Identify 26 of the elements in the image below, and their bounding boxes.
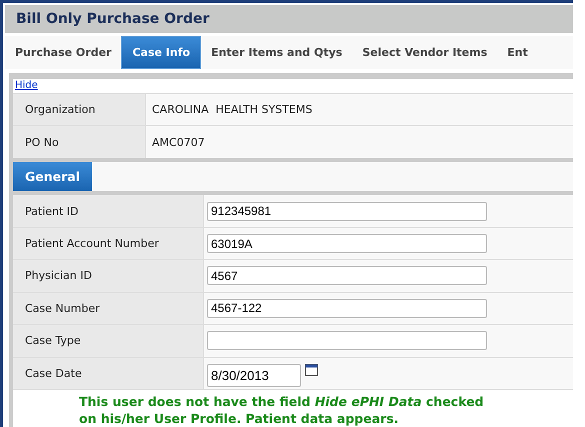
text-field[interactable]: 4567: [207, 266, 487, 286]
text-field[interactable]: 4567-122: [207, 298, 487, 318]
window-title: Bill Only Purchase Order: [5, 5, 573, 33]
date-field[interactable]: 8/30/2013: [207, 364, 301, 388]
field-label: Case Type: [13, 325, 204, 357]
text-field[interactable]: 912345981: [207, 202, 487, 221]
field-label: PO No: [13, 126, 146, 158]
text-field[interactable]: [207, 331, 487, 350]
hide-link[interactable]: Hide: [13, 79, 38, 93]
field-label: Patient Account Number: [13, 228, 204, 260]
field-label: Organization: [13, 94, 146, 126]
note-text: This user does not have the field Hide ePHI Data checked on his/her User Profile. Patient data appears.: [78, 393, 485, 427]
text-field[interactable]: 63019A: [207, 234, 487, 253]
field-label: Case Date: [13, 358, 204, 390]
tab[interactable]: Select Vendor Items: [352, 36, 498, 69]
tab[interactable]: Case Info: [121, 36, 202, 69]
field-label: Physician ID: [13, 260, 204, 292]
calendar-icon[interactable]: [305, 364, 318, 376]
section-tab[interactable]: General: [13, 162, 92, 192]
field-value: AMC0707: [146, 126, 573, 158]
tab[interactable]: Enter Items and Qtys: [201, 36, 352, 69]
field-value: CAROLINA HEALTH SYSTEMS: [146, 94, 573, 126]
field-label: Patient ID: [13, 195, 204, 227]
tab[interactable]: Ent: [497, 36, 538, 69]
tab[interactable]: Purchase Order: [5, 36, 122, 69]
field-label: Case Number: [13, 292, 204, 324]
